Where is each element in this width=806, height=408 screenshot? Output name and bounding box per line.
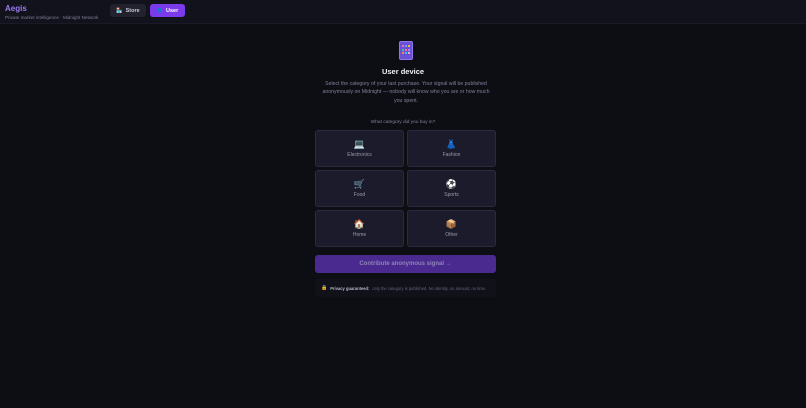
privacy-text: only the category is published. No ident… bbox=[372, 285, 487, 291]
contribute-signal-button[interactable]: Contribute anonymous signal → bbox=[315, 255, 496, 273]
category-label: Sports bbox=[444, 192, 459, 198]
privacy-notice: 🔒 Privacy guaranteed: only the category … bbox=[315, 279, 496, 297]
brand: Aegis Private market intelligence · Midn… bbox=[5, 4, 98, 21]
category-card-fashion[interactable]: 👗 Fashion bbox=[407, 130, 496, 167]
cart-icon: 🛒 bbox=[353, 179, 366, 189]
user-tab-label: User bbox=[166, 7, 179, 14]
user-icon: 👤 bbox=[156, 7, 163, 14]
mobile-phone-icon bbox=[399, 41, 413, 60]
dress-icon: 👗 bbox=[445, 139, 458, 149]
page-title: User device bbox=[381, 67, 425, 76]
category-card-other[interactable]: 📦 Other bbox=[407, 210, 496, 247]
brand-title: Aegis bbox=[5, 4, 27, 13]
lock-icon: 🔒 bbox=[321, 285, 328, 291]
category-label: Food bbox=[353, 192, 366, 198]
category-question: What category did you buy in? bbox=[370, 120, 436, 125]
category-label: Other bbox=[445, 232, 458, 238]
category-card-electronics[interactable]: 💻 Electronics bbox=[315, 130, 404, 167]
house-icon: 🏠 bbox=[353, 219, 366, 229]
category-label: Fashion bbox=[442, 152, 461, 158]
category-label: Home bbox=[352, 232, 367, 238]
store-icon: 🏪 bbox=[116, 7, 123, 14]
store-tab-label: Store bbox=[125, 7, 140, 14]
category-card-sports[interactable]: ⚽ Sports bbox=[407, 170, 496, 207]
category-card-home[interactable]: 🏠 Home bbox=[315, 210, 404, 247]
store-tab-button[interactable]: 🏪 Store bbox=[110, 4, 146, 17]
top-bar: Aegis Private market intelligence · Midn… bbox=[0, 0, 806, 24]
package-icon: 📦 bbox=[445, 219, 458, 229]
page-description: Select the category of your last purchas… bbox=[322, 81, 490, 104]
ball-icon: ⚽ bbox=[445, 179, 458, 189]
category-card-food[interactable]: 🛒 Food bbox=[315, 170, 404, 207]
category-grid: 💻 Electronics 👗 Fashion 🛒 Food ⚽ Sports … bbox=[315, 130, 496, 247]
brand-subtitle: Private market intelligence · Midnight N… bbox=[5, 15, 99, 20]
user-tab-button[interactable]: 👤 User bbox=[150, 4, 185, 17]
main-nav: 🏪 Store 👤 User bbox=[110, 4, 185, 17]
category-label: Electronics bbox=[347, 152, 372, 158]
laptop-icon: 💻 bbox=[353, 139, 366, 149]
privacy-heading: Privacy guaranteed: bbox=[330, 285, 370, 291]
